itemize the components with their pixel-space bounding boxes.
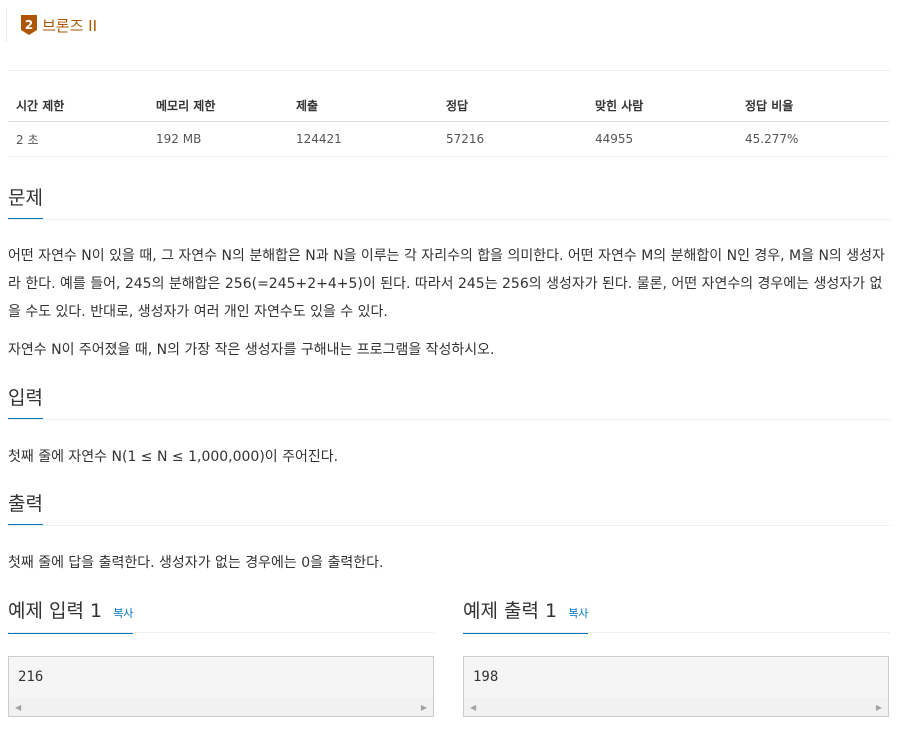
- scroll-left-icon[interactable]: ◀: [9, 703, 27, 712]
- sample-output-value: 198: [473, 669, 499, 685]
- input-title: 입력: [8, 385, 43, 419]
- header-memory-limit: 메모리 제한: [148, 89, 288, 122]
- table-header-row: 시간 제한 메모리 제한 제출 정답 맞힌 사람 정답 비율: [8, 89, 889, 122]
- problem-info-table: 시간 제한 메모리 제한 제출 정답 맞힌 사람 정답 비율 2 초 192 M…: [8, 89, 889, 157]
- sample-input-title-wrap: 예제 입력 1 복사: [8, 598, 134, 634]
- sample-output-title-wrap: 예제 출력 1 복사: [463, 598, 589, 634]
- sample-input-box[interactable]: 216 ◀ ▶: [8, 656, 434, 717]
- sample-input-header: 예제 입력 1 복사: [8, 598, 434, 634]
- header-accept-ratio: 정답 비율: [737, 89, 889, 122]
- output-title: 출력: [8, 491, 43, 525]
- tier-label[interactable]: 브론즈 II: [42, 15, 97, 36]
- submissions-value: 124421: [288, 121, 438, 157]
- memory-limit-value: 192 MB: [148, 121, 288, 157]
- time-limit-value: 2 초: [8, 121, 148, 157]
- sample-input-title: 예제 입력 1: [8, 600, 103, 622]
- problem-section-header: 문제: [8, 185, 890, 220]
- scroll-right-icon[interactable]: ▶: [415, 703, 433, 712]
- scroll-right-icon[interactable]: ▶: [870, 703, 888, 712]
- problem-task: 자연수 N이 주어졌을 때, N의 가장 작은 생성자를 구해내는 프로그램을 …: [8, 342, 495, 358]
- accepted-value: 57216: [438, 121, 587, 157]
- sample-output-box[interactable]: 198 ◀ ▶: [463, 656, 889, 717]
- table-row: 2 초 192 MB 124421 57216 44955 45.277%: [8, 121, 889, 157]
- sample-output-title: 예제 출력 1: [463, 600, 558, 622]
- tier-header: 2 브론즈 II: [6, 8, 97, 42]
- problem-description: 어떤 자연수 N이 있을 때, 그 자연수 N의 분해합은 N과 N을 이루는 …: [8, 248, 885, 320]
- divider: [8, 70, 890, 71]
- header-solvers: 맞힌 사람: [587, 89, 737, 122]
- copy-sample-input-button[interactable]: 복사: [113, 607, 133, 620]
- solvers-value: 44955: [587, 121, 737, 157]
- horizontal-scrollbar[interactable]: ◀ ▶: [464, 699, 888, 716]
- sample-input: 예제 입력 1 복사 216 ◀ ▶: [8, 598, 434, 717]
- header-submissions: 제출: [288, 89, 438, 122]
- bronze-tier-icon: 2: [21, 15, 37, 35]
- accept-ratio-value: 45.277%: [737, 121, 889, 157]
- problem-title: 문제: [8, 185, 43, 219]
- input-section-header: 입력: [8, 385, 890, 420]
- input-description: 첫째 줄에 자연수 N(1 ≤ N ≤ 1,000,000)이 주어진다.: [8, 449, 339, 465]
- copy-sample-output-button[interactable]: 복사: [568, 607, 588, 620]
- output-description: 첫째 줄에 답을 출력한다. 생성자가 없는 경우에는 0을 출력한다.: [8, 555, 384, 571]
- horizontal-scrollbar[interactable]: ◀ ▶: [9, 699, 433, 716]
- output-section-header: 출력: [8, 491, 890, 526]
- sample-input-value: 216: [18, 669, 44, 685]
- scroll-left-icon[interactable]: ◀: [464, 703, 482, 712]
- sample-output-header: 예제 출력 1 복사: [463, 598, 889, 634]
- sample-output: 예제 출력 1 복사 198 ◀ ▶: [463, 598, 889, 717]
- header-accepted: 정답: [438, 89, 587, 122]
- header-time-limit: 시간 제한: [8, 89, 148, 122]
